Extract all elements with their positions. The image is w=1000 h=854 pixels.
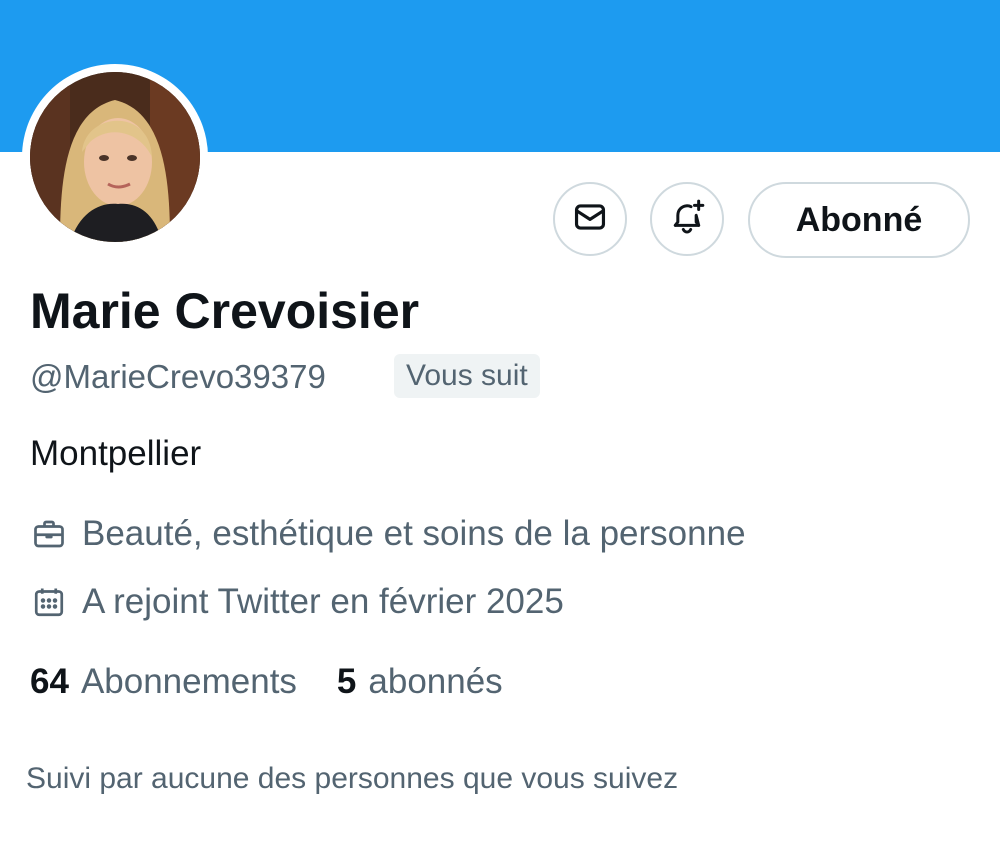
user-handle: @MarieCrevo39379 xyxy=(30,358,326,395)
following-link[interactable]: 64 Abonnements xyxy=(30,662,297,702)
followers-count: 5 xyxy=(336,662,357,701)
briefcase-icon xyxy=(30,515,68,553)
envelope-icon xyxy=(571,198,609,241)
bio-text: Montpellier xyxy=(30,434,202,473)
follow-stats: 64 Abonnements 5 abonnés xyxy=(30,662,503,702)
profile-category: Beauté, esthétique et soins de la person… xyxy=(30,514,746,554)
message-button[interactable] xyxy=(553,182,627,256)
bell-plus-icon xyxy=(667,197,707,242)
followed-by-text[interactable]: Suivi par aucune des personnes que vous … xyxy=(26,762,678,796)
join-date-text: A rejoint Twitter en février 2025 xyxy=(82,582,564,621)
following-button[interactable]: Abonné xyxy=(748,182,970,258)
followers-label: abonnés xyxy=(368,662,503,701)
following-label: Abonnements xyxy=(80,662,297,701)
calendar-icon xyxy=(30,583,68,621)
followers-link[interactable]: 5 abonnés xyxy=(337,662,503,702)
category-text: Beauté, esthétique et soins de la person… xyxy=(82,514,746,553)
avatar[interactable] xyxy=(30,72,200,242)
follows-you-badge: Vous suit xyxy=(394,354,540,398)
display-name: Marie Crevoisier xyxy=(30,283,420,339)
join-date: A rejoint Twitter en février 2025 xyxy=(30,582,564,622)
notifications-button[interactable] xyxy=(650,182,724,256)
profile-page: Abonné Marie Crevoisier @MarieCrevo39379… xyxy=(0,0,1000,854)
following-count: 64 xyxy=(30,662,69,701)
